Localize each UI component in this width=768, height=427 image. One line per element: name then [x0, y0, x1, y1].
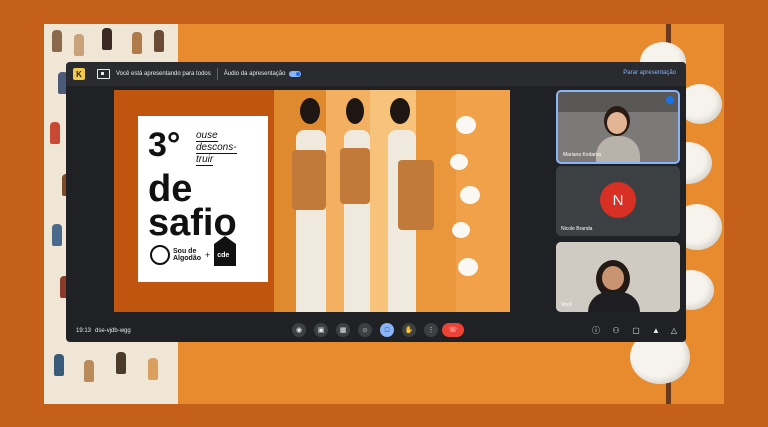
mic-icon[interactable]: ◉: [292, 323, 306, 337]
speaking-indicator-icon: [666, 96, 674, 104]
meeting-code: dse-vjdb-wgg: [95, 328, 131, 334]
captions-icon[interactable]: ▦: [336, 323, 350, 337]
slide-number: 3°: [148, 126, 181, 164]
slide-title-card: 3° ouse descons- truir de safio Sou de A…: [138, 116, 268, 282]
top-bar: K Você está apresentando para todos Áudi…: [66, 62, 686, 86]
info-icon[interactable]: ⓘ: [590, 324, 602, 336]
slide-photo: [274, 90, 510, 312]
cde-text: cde: [217, 252, 230, 259]
participant-tile[interactable]: Você: [556, 242, 680, 312]
shared-slide: 3° ouse descons- truir de safio Sou de A…: [114, 90, 510, 312]
people-icon[interactable]: ⚇: [610, 324, 622, 336]
divider: [216, 68, 218, 80]
more-icon[interactable]: ⋮: [424, 323, 438, 337]
end-call-icon[interactable]: ☏: [442, 323, 464, 337]
camera-icon[interactable]: ▣: [314, 323, 328, 337]
brand-line: Sou de: [173, 248, 197, 255]
plus-sign: +: [205, 250, 211, 260]
audio-label: Áudio da apresentação: [223, 71, 286, 77]
clock: 19:13: [76, 328, 92, 334]
participant-name: Você: [561, 302, 573, 308]
participant-tile[interactable]: N Nicole Branda: [556, 166, 680, 236]
logo-icon: K: [73, 68, 85, 80]
host-controls-icon[interactable]: △: [668, 324, 680, 336]
tagline-line: descons-: [196, 142, 237, 154]
tagline-line: truir: [196, 154, 214, 166]
audio-toggle[interactable]: [289, 71, 302, 77]
slide-brands: Sou de Algodão + cde: [150, 236, 237, 266]
tagline-line: ouse: [196, 130, 218, 142]
participant-name: Mariana Kodama: [563, 152, 602, 158]
presenting-status: Você está apresentando para todos: [116, 71, 211, 77]
chat-icon[interactable]: ▢: [630, 324, 642, 336]
participant-tile[interactable]: Mariana Kodama: [556, 90, 680, 164]
participant-name: Nicole Branda: [561, 226, 593, 232]
emoji-icon[interactable]: ☺: [358, 323, 372, 337]
meet-window: K Você está apresentando para todos Áudi…: [66, 62, 686, 342]
raise-hand-icon[interactable]: ✋: [402, 323, 416, 337]
flower-icon: [150, 245, 170, 265]
avatar: N: [600, 182, 636, 218]
activities-icon[interactable]: ▲: [650, 324, 662, 336]
slide-tagline: ouse descons- truir: [196, 130, 266, 166]
stop-presenting-link[interactable]: Parar apresentação: [623, 70, 676, 76]
brand-line: Algodão: [173, 255, 201, 262]
cde-logo: cde: [214, 236, 237, 266]
brand-name: Sou de Algodão: [173, 248, 201, 262]
present-screen-icon[interactable]: □: [380, 323, 394, 337]
present-icon: [97, 69, 110, 79]
